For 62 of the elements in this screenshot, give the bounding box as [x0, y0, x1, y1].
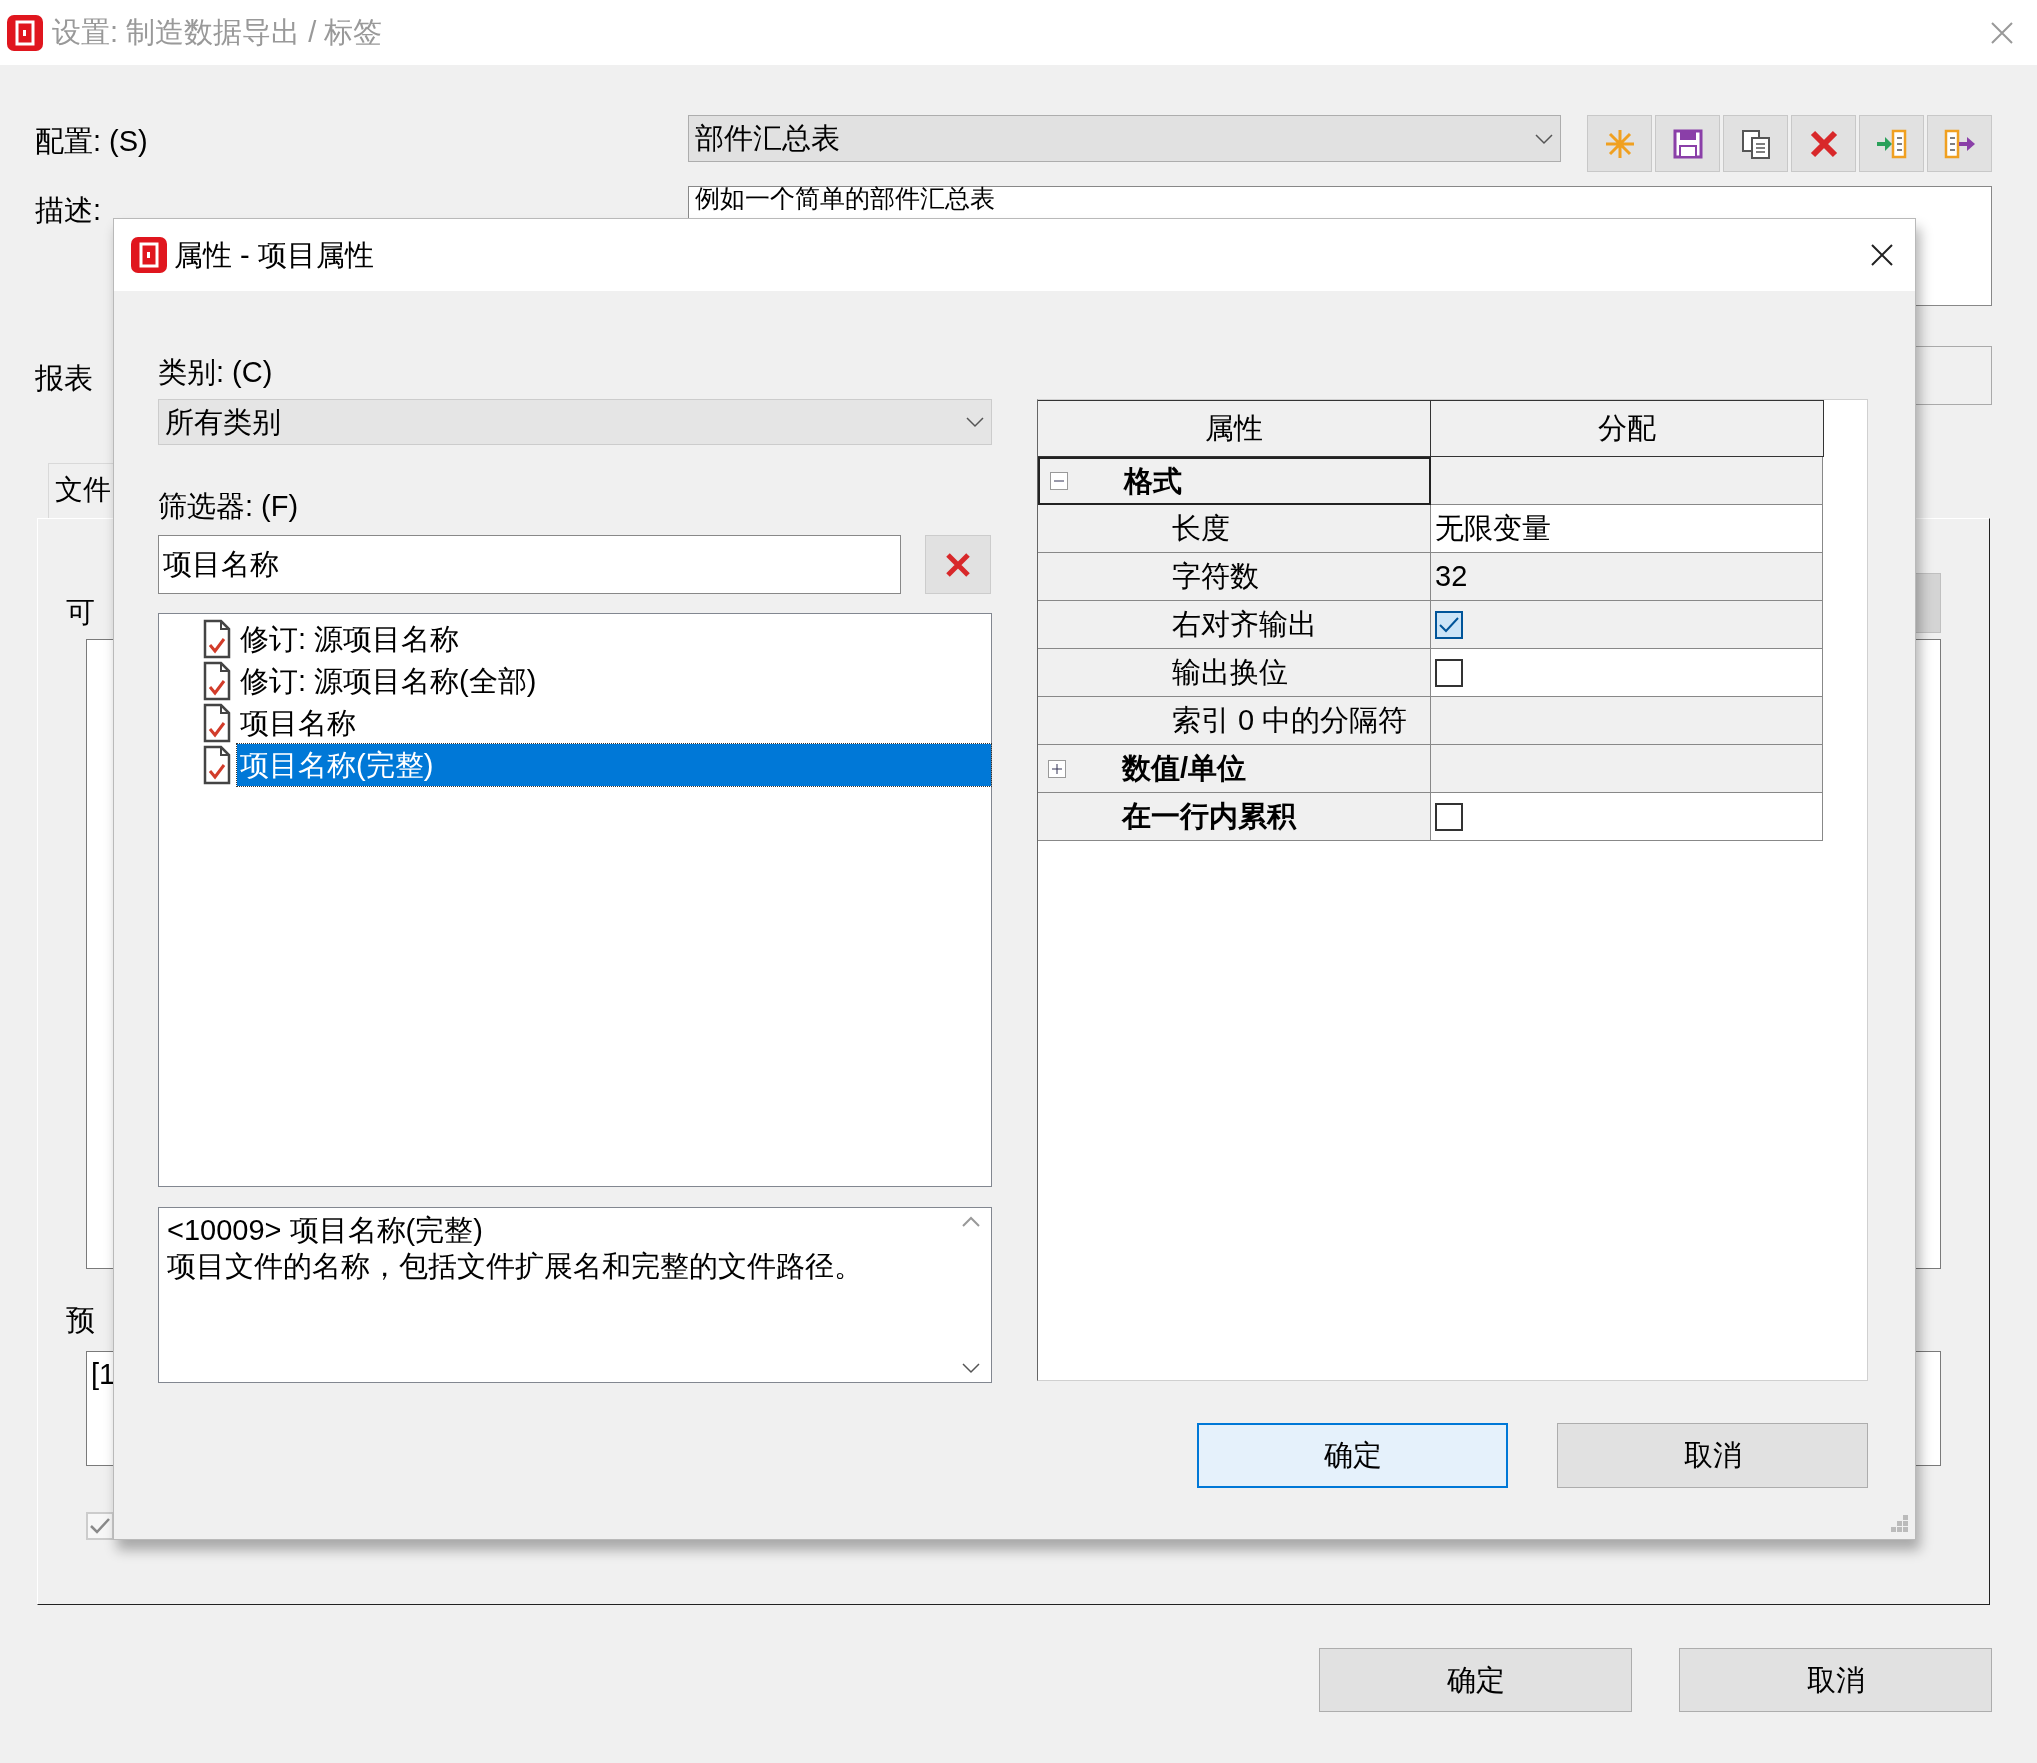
info-text: 项目文件的名称，包括文件扩展名和完整的文件路径。	[167, 1249, 863, 1285]
category-label: 类别: (C)	[158, 355, 273, 390]
caret-icon	[965, 416, 985, 428]
property-label: 索引 0 中的分隔符	[1172, 703, 1408, 739]
dialog-button[interactable]: 取消	[1557, 1423, 1868, 1488]
category-value: 所有类别	[165, 404, 281, 440]
config-label: 配置: (S)	[35, 124, 148, 159]
list-item[interactable]: 项目名称	[237, 702, 359, 744]
document-check-icon	[203, 661, 231, 701]
check-icon	[89, 1517, 111, 1535]
filter-label: 筛选器: (F)	[158, 489, 299, 524]
scroll-up-icon	[961, 1216, 981, 1228]
config-value: 部件汇总表	[695, 121, 840, 157]
value-text: 32	[1435, 559, 1468, 595]
checkbox[interactable]	[1435, 802, 1463, 831]
window-title: 设置: 制造数据导出 / 标签	[52, 15, 383, 51]
column-header: 属性	[1038, 400, 1431, 457]
dialog-button[interactable]: 确定	[1319, 1648, 1632, 1712]
toolbar-button[interactable]	[1927, 115, 1992, 172]
column-header: 分配	[1431, 400, 1824, 457]
property-label: 字符数	[1172, 559, 1259, 595]
toolbar-button[interactable]	[1655, 115, 1720, 172]
collapse-icon[interactable]	[1050, 472, 1068, 490]
value-text: 无限变量	[1435, 511, 1551, 547]
clear-button[interactable]	[925, 535, 991, 594]
document-check-icon	[203, 619, 231, 659]
document-check-icon	[203, 703, 231, 743]
list-item[interactable]: 项目名称(完整)	[237, 744, 991, 786]
toolbar-button[interactable]	[1723, 115, 1788, 172]
app-icon	[6, 13, 44, 52]
dialog-button[interactable]: 取消	[1679, 1648, 1992, 1712]
dialog-title: 属性 - 项目属性	[174, 237, 374, 273]
checkbox[interactable]	[1435, 658, 1463, 687]
info-text: <10009> 项目名称(完整)	[167, 1213, 483, 1248]
list-item[interactable]: 修订: 源项目名称	[237, 618, 463, 660]
preview-label: 预	[66, 1303, 95, 1338]
property-label: 格式	[1124, 463, 1182, 499]
property-label: 数值/单位	[1122, 751, 1247, 787]
list-item[interactable]: 修订: 源项目名称(全部)	[237, 660, 540, 702]
filter-field[interactable]: 项目名称	[158, 535, 901, 594]
app-icon	[130, 236, 168, 274]
property-label: 长度	[1172, 511, 1230, 547]
config-dropdown[interactable]: 部件汇总表	[688, 115, 1561, 162]
available-label: 可	[66, 595, 95, 630]
check-icon	[1438, 615, 1460, 634]
toolbar-button[interactable]	[1859, 115, 1924, 172]
description-label: 描述:	[35, 193, 102, 228]
category-dropdown[interactable]: 所有类别	[158, 399, 992, 445]
property-label: 输出换位	[1172, 655, 1288, 691]
property-label: 右对齐输出	[1172, 607, 1317, 643]
preview-text: [1	[91, 1358, 116, 1390]
report-type-label: 报表	[35, 361, 93, 396]
dialog-button[interactable]: 确定	[1197, 1423, 1508, 1488]
toolbar-button[interactable]	[1791, 115, 1856, 172]
property-label: 在一行内累积	[1122, 799, 1296, 835]
description-text: 例如一个简单的部件汇总表	[695, 186, 996, 211]
checkbox[interactable]	[1435, 610, 1463, 639]
scroll-down-icon	[961, 1362, 981, 1374]
expand-icon[interactable]	[1048, 759, 1066, 778]
caret-icon	[1534, 132, 1554, 145]
resize-grip-icon	[1891, 1515, 1909, 1533]
document-check-icon	[203, 745, 231, 785]
